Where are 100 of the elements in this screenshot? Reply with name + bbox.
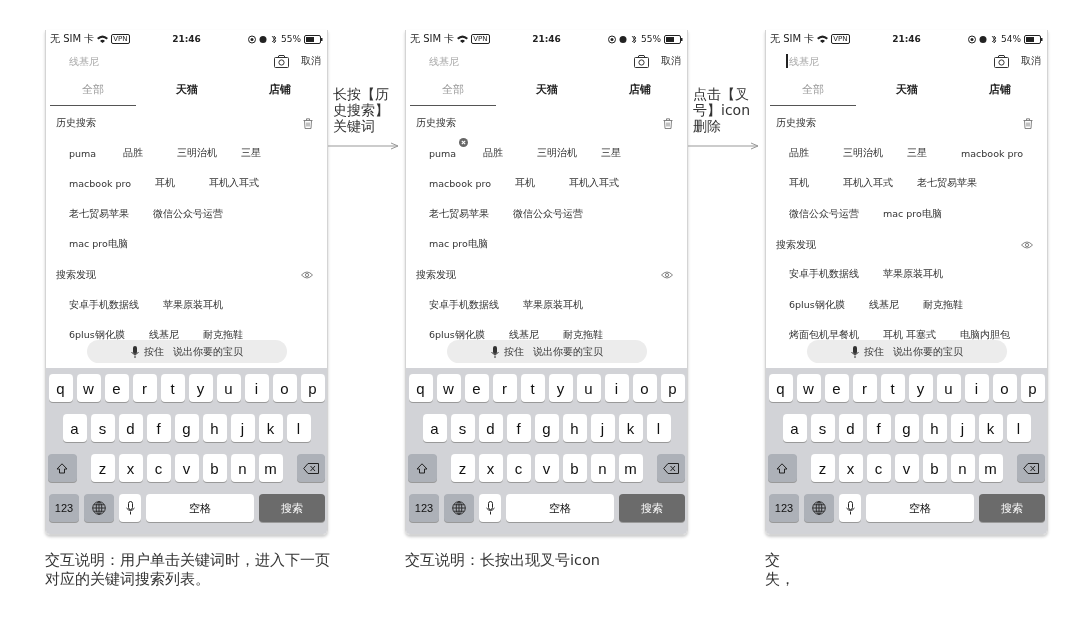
- letter-key[interactable]: k: [258, 414, 283, 442]
- letter-key[interactable]: h: [202, 414, 227, 442]
- shift-key[interactable]: [768, 454, 797, 482]
- camera-icon[interactable]: [994, 54, 1009, 68]
- delete-key[interactable]: [656, 454, 685, 482]
- history-keyword[interactable]: 三明治机: [537, 136, 586, 160]
- letter-key[interactable]: n: [230, 454, 255, 482]
- letter-key[interactable]: t: [520, 374, 545, 402]
- letter-key[interactable]: e: [824, 374, 849, 402]
- letter-key[interactable]: c: [866, 454, 891, 482]
- voice-button[interactable]: 按住 说出你要的宝贝: [447, 340, 647, 363]
- letter-key[interactable]: y: [908, 374, 933, 402]
- letter-key[interactable]: u: [576, 374, 601, 402]
- dictation-key[interactable]: [479, 494, 501, 522]
- letter-key[interactable]: k: [618, 414, 643, 442]
- voice-button[interactable]: 按住 说出你要的宝贝: [807, 340, 1007, 363]
- letter-key[interactable]: v: [534, 454, 559, 482]
- history-keyword[interactable]: 三星: [907, 136, 946, 160]
- letter-key[interactable]: a: [422, 414, 447, 442]
- letter-key[interactable]: f: [866, 414, 891, 442]
- discover-keyword[interactable]: 6plus钢化膜: [429, 319, 494, 343]
- letter-key[interactable]: j: [590, 414, 615, 442]
- letter-key[interactable]: h: [562, 414, 587, 442]
- search-field[interactable]: 线基尼: [66, 54, 129, 68]
- letter-key[interactable]: i: [604, 374, 629, 402]
- history-keyword[interactable]: 微信公众号运营: [513, 197, 592, 221]
- letter-key[interactable]: p: [1020, 374, 1045, 402]
- numbers-key[interactable]: 123: [49, 494, 79, 522]
- letter-key[interactable]: d: [118, 414, 143, 442]
- letter-key[interactable]: g: [534, 414, 559, 442]
- history-keyword[interactable]: 品胜: [123, 136, 162, 160]
- eye-icon[interactable]: [661, 271, 673, 279]
- letter-key[interactable]: b: [922, 454, 947, 482]
- space-key[interactable]: 空格: [866, 494, 974, 522]
- letter-key[interactable]: w: [796, 374, 821, 402]
- trash-icon[interactable]: [1023, 117, 1033, 129]
- letter-key[interactable]: z: [810, 454, 835, 482]
- letter-key[interactable]: o: [272, 374, 297, 402]
- letter-key[interactable]: i: [244, 374, 269, 402]
- history-keyword[interactable]: macbook pro: [69, 168, 140, 190]
- search-key[interactable]: 搜索: [259, 494, 325, 522]
- history-keyword[interactable]: mac pro电脑: [69, 228, 137, 252]
- eye-icon[interactable]: [301, 271, 313, 279]
- history-keyword[interactable]: 老七贸易苹果: [917, 167, 986, 191]
- delete-icon[interactable]: [459, 137, 468, 147]
- tab[interactable]: 店铺: [237, 74, 323, 106]
- dictation-key[interactable]: [119, 494, 141, 522]
- letter-key[interactable]: j: [230, 414, 255, 442]
- voice-button[interactable]: 按住 说出你要的宝贝: [87, 340, 287, 363]
- letter-key[interactable]: y: [548, 374, 573, 402]
- history-keyword[interactable]: 三明治机: [843, 136, 892, 160]
- history-keyword[interactable]: 耳机: [789, 167, 828, 191]
- dictation-key[interactable]: [839, 494, 861, 522]
- tab[interactable]: 天猫: [143, 74, 230, 106]
- letter-key[interactable]: v: [174, 454, 199, 482]
- discover-keyword[interactable]: 6plus钢化膜: [69, 319, 134, 343]
- discover-keyword[interactable]: 耳机 耳塞式: [883, 319, 946, 343]
- cancel-button[interactable]: 取消: [1021, 54, 1041, 68]
- letter-key[interactable]: b: [202, 454, 227, 482]
- history-keyword[interactable]: 耳机入耳式: [843, 167, 902, 191]
- history-keyword[interactable]: 耳机: [155, 167, 194, 191]
- history-keyword[interactable]: 品胜: [483, 136, 522, 160]
- trash-icon[interactable]: [303, 117, 313, 129]
- discover-keyword[interactable]: 苹果原装耳机: [883, 258, 952, 282]
- history-keyword[interactable]: puma: [429, 137, 468, 159]
- letter-key[interactable]: x: [478, 454, 503, 482]
- letter-key[interactable]: a: [62, 414, 87, 442]
- history-keyword[interactable]: 三星: [241, 136, 280, 160]
- letter-key[interactable]: h: [922, 414, 947, 442]
- letter-key[interactable]: r: [492, 374, 517, 402]
- discover-keyword[interactable]: 6plus钢化膜: [789, 288, 854, 312]
- space-key[interactable]: 空格: [506, 494, 614, 522]
- discover-keyword[interactable]: 安卓手机数据线: [69, 288, 148, 312]
- globe-key[interactable]: [804, 494, 834, 522]
- history-keyword[interactable]: 老七贸易苹果: [429, 197, 498, 221]
- letter-key[interactable]: l: [1006, 414, 1031, 442]
- letter-key[interactable]: d: [838, 414, 863, 442]
- letter-key[interactable]: r: [132, 374, 157, 402]
- letter-key[interactable]: u: [216, 374, 241, 402]
- discover-keyword[interactable]: 耐克拖鞋: [922, 288, 972, 312]
- letter-key[interactable]: m: [258, 454, 283, 482]
- letter-key[interactable]: f: [506, 414, 531, 442]
- letter-key[interactable]: m: [978, 454, 1003, 482]
- letter-key[interactable]: v: [894, 454, 919, 482]
- delete-key[interactable]: [296, 454, 325, 482]
- discover-keyword[interactable]: 安卓手机数据线: [429, 288, 508, 312]
- history-keyword[interactable]: 老七贸易苹果: [69, 197, 138, 221]
- trash-icon[interactable]: [663, 117, 673, 129]
- letter-key[interactable]: g: [174, 414, 199, 442]
- cancel-button[interactable]: 取消: [301, 54, 321, 68]
- history-keyword[interactable]: 耳机入耳式: [209, 167, 268, 191]
- discover-keyword[interactable]: 线基尼: [148, 319, 188, 343]
- letter-key[interactable]: r: [852, 374, 877, 402]
- letter-key[interactable]: z: [450, 454, 475, 482]
- letter-key[interactable]: p: [660, 374, 685, 402]
- history-keyword[interactable]: 三星: [601, 136, 640, 160]
- letter-key[interactable]: z: [90, 454, 115, 482]
- letter-key[interactable]: p: [300, 374, 325, 402]
- letter-key[interactable]: j: [950, 414, 975, 442]
- letter-key[interactable]: g: [894, 414, 919, 442]
